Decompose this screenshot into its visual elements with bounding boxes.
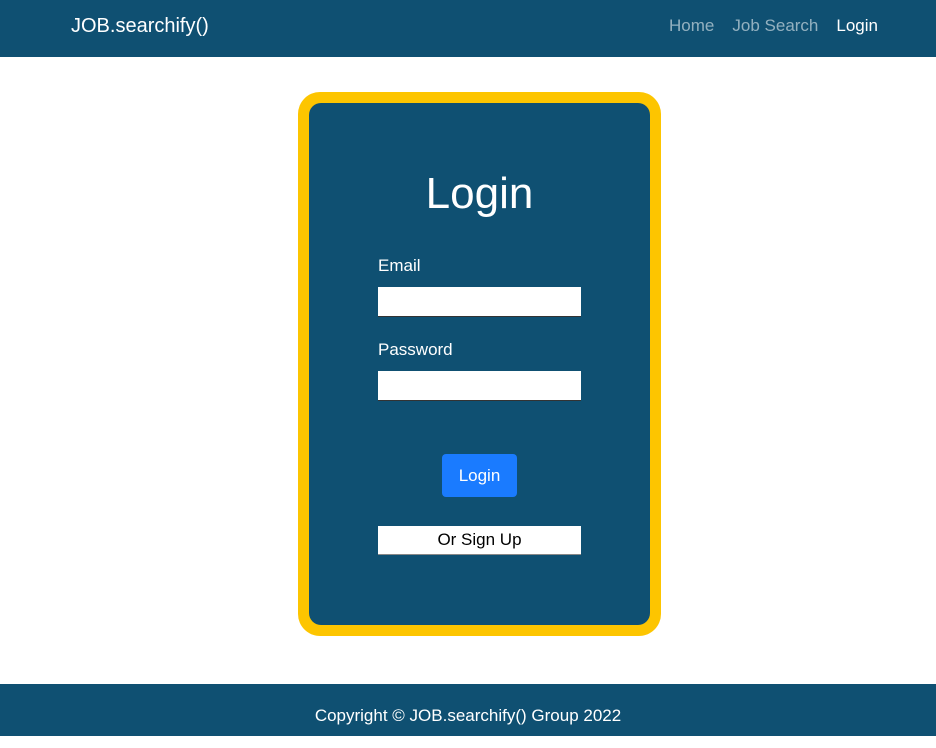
login-title: Login bbox=[425, 169, 534, 218]
email-input[interactable] bbox=[378, 287, 581, 317]
nav-link-home[interactable]: Home bbox=[669, 15, 714, 37]
nav-link-login[interactable]: Login bbox=[836, 15, 878, 37]
footer-copyright: Copyright © JOB.searchify() Group 2022 bbox=[314, 706, 622, 725]
nav-links: Home Job Search Login bbox=[669, 15, 878, 37]
signup-button[interactable]: Or Sign Up bbox=[378, 526, 581, 555]
navbar: JOB.searchify() Home Job Search Login bbox=[0, 0, 936, 57]
email-label: Email bbox=[378, 256, 421, 275]
password-label: Password bbox=[378, 340, 453, 359]
footer: Copyright © JOB.searchify() Group 2022 bbox=[0, 684, 936, 736]
nav-link-job-search[interactable]: Job Search bbox=[732, 15, 818, 37]
brand-link[interactable]: JOB.searchify() bbox=[71, 13, 209, 39]
login-card: Login Email Password Login Or Sign Up bbox=[309, 103, 650, 625]
login-card-frame: Login Email Password Login Or Sign Up bbox=[298, 92, 661, 636]
password-input[interactable] bbox=[378, 371, 581, 401]
login-button[interactable]: Login bbox=[442, 454, 517, 497]
